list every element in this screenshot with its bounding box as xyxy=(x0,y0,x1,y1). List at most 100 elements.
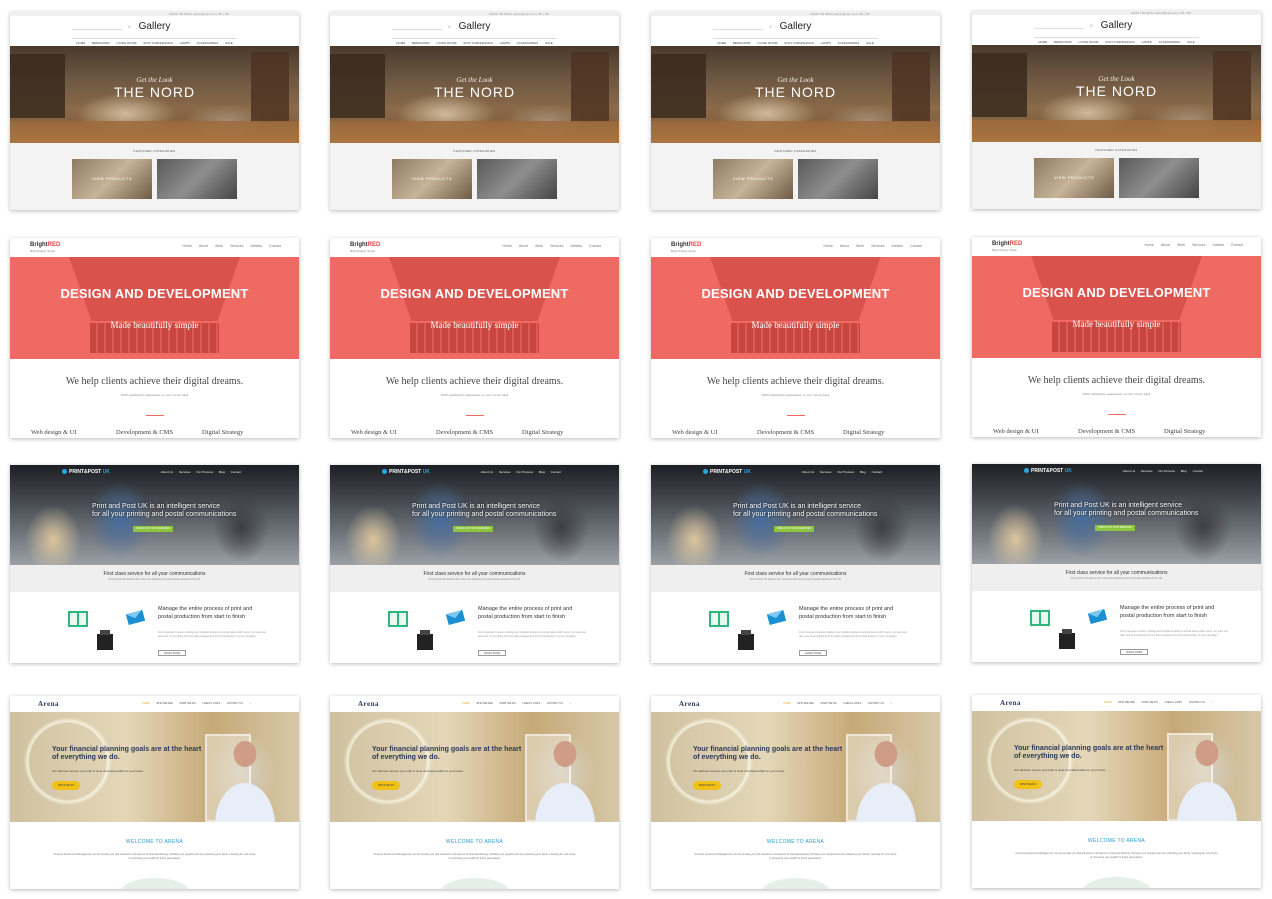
nav-item[interactable]: Articles xyxy=(1212,243,1223,247)
learn-more-button[interactable]: LEARN MORE xyxy=(478,650,506,656)
nav-item[interactable]: About xyxy=(840,244,849,248)
search-icon[interactable]: ⌕ xyxy=(891,702,892,705)
logo[interactable]: PRINT&POST UK xyxy=(1024,468,1072,474)
logo[interactable]: Arena xyxy=(358,700,379,708)
nav-item[interactable]: BEDROOMS xyxy=(92,41,110,45)
nav-item[interactable]: LIVING ROOM xyxy=(1078,40,1098,44)
nav-item[interactable]: Our Process xyxy=(837,470,854,474)
nav-item[interactable]: SOFT FURNISHINGS xyxy=(143,41,172,45)
nav-item[interactable]: LAMPS xyxy=(1142,40,1152,44)
logo[interactable]: PRINT&POST UK xyxy=(382,469,430,475)
nav-item[interactable]: SALE xyxy=(1187,40,1195,44)
nav-item[interactable]: Services xyxy=(1141,469,1153,473)
search-icon[interactable]: ⌕ xyxy=(1212,701,1213,704)
nav-item[interactable]: Contact xyxy=(269,244,281,248)
service-heading[interactable]: Digital Strategy xyxy=(843,429,884,436)
nav-item[interactable]: CONTACT US xyxy=(547,702,563,705)
brightred-site-preview[interactable]: BrightRED Bright thinking, Simple Home A… xyxy=(10,238,299,438)
brightred-site-preview[interactable]: BrightRED Bright thinking, Simple Home A… xyxy=(330,238,619,438)
nav-item[interactable]: Home xyxy=(503,244,512,248)
what-we-do-button[interactable]: WHAT WE DO xyxy=(693,781,721,790)
nav-item[interactable]: Home xyxy=(1145,243,1154,247)
nav-item[interactable]: Services xyxy=(230,244,243,248)
service-heading[interactable]: Digital Strategy xyxy=(522,429,563,436)
nav-item[interactable]: Contact xyxy=(231,470,241,474)
nav-item[interactable]: USEFUL LINKS xyxy=(202,702,220,705)
nav-item[interactable]: Blog xyxy=(860,470,866,474)
nav-item[interactable]: SOFT FURNISHINGS xyxy=(463,41,492,45)
nav-item[interactable]: Services xyxy=(820,470,832,474)
nav-item[interactable]: CONTACT US xyxy=(868,702,884,705)
arena-site-preview[interactable]: Arena HOME WHO WE ARE WHAT WE DO USEFUL … xyxy=(330,696,619,889)
arena-site-preview[interactable]: Arena HOME WHO WE ARE WHAT WE DO USEFUL … xyxy=(651,696,940,889)
nav-item[interactable]: HOME xyxy=(396,41,405,45)
nav-item[interactable]: WHAT WE DO xyxy=(1141,701,1157,704)
logo[interactable]: BrightRED xyxy=(992,241,1022,247)
printpost-site-preview[interactable]: PRINT&POST UK About Us Services Our Proc… xyxy=(651,465,940,663)
nav-item[interactable]: Contact xyxy=(589,244,601,248)
nav-item[interactable]: USEFUL LINKS xyxy=(522,702,540,705)
gallery-site-preview[interactable]: 01623 750 0000 | admin@info.com | FB | T… xyxy=(972,11,1261,209)
nav-item[interactable]: USEFUL LINKS xyxy=(843,702,861,705)
nav-item[interactable]: Contact xyxy=(551,470,561,474)
nav-item[interactable]: BEDROOMS xyxy=(412,41,430,45)
nav-item[interactable]: SALE xyxy=(545,41,553,45)
nav-item[interactable]: About xyxy=(199,244,208,248)
nav-item[interactable]: Services xyxy=(1192,243,1205,247)
nav-item[interactable]: HOME xyxy=(462,702,470,705)
nav-item[interactable]: Services xyxy=(499,470,511,474)
nav-item[interactable]: LAMPS xyxy=(821,41,831,45)
services-button[interactable]: CHECK OUT OUR SERVICES xyxy=(774,526,814,532)
nav-item[interactable]: ACCESSORIES xyxy=(838,41,860,45)
nav-item[interactable]: ACCESSORIES xyxy=(1159,40,1181,44)
search-icon[interactable]: ⌕ xyxy=(570,702,571,705)
nav-item[interactable]: SOFT FURNISHINGS xyxy=(784,41,813,45)
logo[interactable]: PRINT&POST UK xyxy=(703,469,751,475)
arena-site-preview[interactable]: Arena HOME WHO WE ARE WHAT WE DO USEFUL … xyxy=(972,695,1261,888)
arena-site-preview[interactable]: Arena HOME WHO WE ARE WHAT WE DO USEFUL … xyxy=(10,696,299,889)
service-heading[interactable]: Development & CMS xyxy=(757,429,814,436)
service-heading[interactable]: Web design & UI xyxy=(672,429,718,436)
what-we-do-button[interactable]: WHAT WE DO xyxy=(1014,780,1042,789)
nav-item[interactable]: Articles xyxy=(570,244,581,248)
nav-item[interactable]: WHAT WE DO xyxy=(820,702,836,705)
nav-item[interactable]: Articles xyxy=(891,244,902,248)
nav-item[interactable]: HOME xyxy=(1038,40,1047,44)
nav-item[interactable]: Contact xyxy=(910,244,922,248)
what-we-do-button[interactable]: WHAT WE DO xyxy=(372,781,400,790)
nav-item[interactable]: SOFT FURNISHINGS xyxy=(1105,40,1134,44)
nav-item[interactable]: WHAT WE DO xyxy=(499,702,515,705)
nav-item[interactable]: WHAT WE DO xyxy=(179,702,195,705)
service-heading[interactable]: Digital Strategy xyxy=(202,429,243,436)
nav-item[interactable]: HOME xyxy=(76,41,85,45)
nav-item[interactable]: Contact xyxy=(1231,243,1243,247)
logo[interactable]: PRINT&POST UK xyxy=(62,469,110,475)
services-button[interactable]: CHECK OUT OUR SERVICES xyxy=(133,526,173,532)
nav-item[interactable]: Our Process xyxy=(516,470,533,474)
category-card[interactable] xyxy=(798,159,878,199)
learn-more-button[interactable]: LEARN MORE xyxy=(1120,649,1148,655)
nav-item[interactable]: About Us xyxy=(161,470,173,474)
learn-more-button[interactable]: LEARN MORE xyxy=(799,650,827,656)
nav-item[interactable]: WHO WE ARE xyxy=(1118,701,1135,704)
nav-item[interactable]: Contact xyxy=(872,470,882,474)
logo[interactable]: Arena xyxy=(1000,699,1021,707)
what-we-do-button[interactable]: WHAT WE DO xyxy=(52,781,80,790)
brightred-site-preview[interactable]: BrightRED Bright thinking, Simple Home A… xyxy=(651,238,940,438)
nav-item[interactable]: SALE xyxy=(225,41,233,45)
nav-item[interactable]: Services xyxy=(550,244,563,248)
nav-item[interactable]: Home xyxy=(824,244,833,248)
nav-item[interactable]: SALE xyxy=(866,41,874,45)
service-heading[interactable]: Development & CMS xyxy=(116,429,173,436)
nav-item[interactable]: Blog xyxy=(1181,469,1187,473)
nav-item[interactable]: WHO WE ARE xyxy=(797,702,814,705)
nav-item[interactable]: WHO WE ARE xyxy=(156,702,173,705)
nav-item[interactable]: Our Process xyxy=(196,470,213,474)
category-card[interactable]: VIEW PRODUCTS xyxy=(713,159,793,199)
gallery-site-preview[interactable]: 01623 750 0000 | admin@info.com | FB | T… xyxy=(10,12,299,210)
nav-item[interactable]: ACCESSORIES xyxy=(517,41,539,45)
service-heading[interactable]: Digital Strategy xyxy=(1164,428,1205,435)
nav-item[interactable]: About Us xyxy=(802,470,814,474)
nav-item[interactable]: HOME xyxy=(783,702,791,705)
nav-item[interactable]: Services xyxy=(179,470,191,474)
